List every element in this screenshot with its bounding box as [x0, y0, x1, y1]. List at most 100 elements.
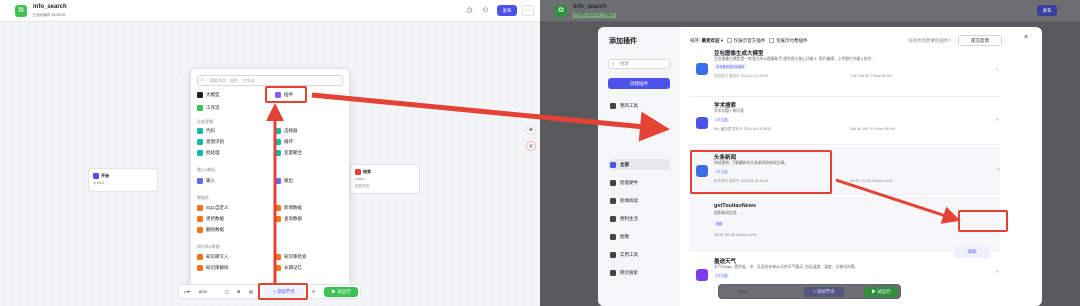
app-icon-dim: ⧉ [555, 5, 567, 17]
category-my-tools[interactable]: 我的工具 [608, 100, 670, 111]
tool-desc: 搜索新闻信息 [714, 211, 737, 215]
section-business-logic: 业务逻辑 [197, 119, 213, 124]
plugin-card-doubao[interactable]: 豆包图像生成大模型 豆包图像大模型是一款强大的AI图像助手,提供两大核心功能:1… [690, 49, 1000, 97]
plugin-stats: 268.4K 160.7K 3.9ms 96.9% [850, 127, 895, 131]
zoom-level[interactable]: 82% [199, 288, 207, 296]
category-web-search[interactable]: 网页搜索 [608, 267, 670, 278]
loop-icon [275, 138, 281, 145]
tool-row-gettoutiaonews[interactable]: getToutiaoNews 搜索新闻信息 参数 58.9K 150.9K 30… [690, 197, 1000, 251]
assistant-icon[interactable]: ◎ [526, 141, 536, 151]
node-item-memory[interactable]: 长期记忆 [275, 264, 302, 272]
comment-icon[interactable]: ▢ [225, 288, 229, 296]
node-item-update[interactable]: 更新数据 [197, 215, 224, 223]
node-item-code[interactable]: 代码 [197, 127, 215, 135]
category-news[interactable]: 新闻阅读 [608, 195, 670, 206]
plugin-highlight [265, 86, 307, 103]
trial-run-button[interactable]: ▶ 试运行 [324, 287, 358, 297]
plugin-meta: Ms.·藏羽君 发布于 2024-09-18 08:52 [714, 127, 772, 131]
plugin-desc: 学术问题? 来问我 [714, 109, 744, 113]
paid-checkbox[interactable] [769, 38, 775, 44]
node-item-sql[interactable]: SQL自定义 [197, 204, 229, 212]
plugin-name: 豆包图像生成大模型 [714, 51, 764, 57]
more-button[interactable]: ··· [522, 5, 534, 16]
category-image[interactable]: 图像 [608, 231, 670, 242]
node-item-input[interactable]: 输入 [197, 177, 215, 185]
publish-status: 已发布 15:34:02 · 已保存 [573, 13, 616, 18]
modal-title: 添加插件 [609, 38, 637, 45]
chevron-right-icon[interactable]: › [996, 117, 998, 123]
category-hardware[interactable]: 智能硬件 [608, 177, 670, 188]
tool-param-tag: 参数 [714, 221, 725, 226]
category-life[interactable]: 便利生活 [608, 213, 670, 224]
history-icon[interactable]: ◷ [465, 6, 474, 15]
query-icon [275, 215, 281, 222]
web-search-icon [610, 269, 616, 276]
app-icon: ⧉ [15, 5, 27, 17]
debug-icon[interactable]: ⚲ [312, 288, 315, 296]
start-node[interactable]: 开始 in input [88, 168, 158, 192]
feedback-button[interactable]: 提交反馈 [958, 35, 1002, 46]
sort-dropdown[interactable]: 最受欢迎 [702, 38, 720, 43]
memory-icon [275, 264, 281, 271]
side-tool-icon[interactable]: ⊕ [526, 125, 536, 135]
selector-icon [275, 127, 281, 134]
node-item-selector[interactable]: 选择器 [275, 127, 298, 135]
node-item-delete[interactable]: 删除数据 [197, 226, 224, 234]
plugin-search-input[interactable]: ⌕ 搜索 [608, 59, 670, 69]
close-icon[interactable]: × [1024, 34, 1028, 41]
end-icon [355, 169, 361, 175]
category-utility[interactable]: 实用工具 [608, 249, 670, 260]
app-title-dim: info_search [573, 4, 607, 10]
node-item-insert[interactable]: 新增数据 [275, 204, 302, 212]
chevron-right-icon[interactable]: › [996, 67, 998, 73]
publish-button-dim[interactable]: 发布 [1037, 5, 1057, 16]
category-all[interactable]: 全部 [608, 159, 670, 170]
node-item-workflow[interactable]: 工作流 [197, 104, 220, 112]
chevron-down-icon[interactable]: ⌄ [996, 165, 1001, 172]
not-found-link[interactable]: 没有找到想要的插件? [908, 38, 951, 44]
node-item-kb-write[interactable]: 知识库写入 [197, 253, 229, 261]
start-node-body: in input [93, 181, 105, 185]
chevron-right-icon[interactable]: › [996, 269, 998, 275]
add-node-button-dim[interactable]: + 添加节点 [804, 287, 844, 297]
minimap-icon[interactable]: ▭▾ [184, 288, 190, 296]
trial-run-button-dim[interactable]: ▶ 试运行 [864, 287, 898, 297]
pointer-icon[interactable]: ▤ [249, 288, 253, 296]
node-item-loop[interactable]: 循环 [275, 138, 293, 146]
create-plugin-button[interactable]: 创建插件 [608, 78, 670, 89]
start-node-title: 开始 [101, 173, 109, 179]
add-node-highlight [258, 283, 308, 300]
save-status: 已自动保存 15:45:00 [33, 13, 66, 17]
kb-delete-icon [197, 264, 203, 271]
section-database: 数据库 [197, 195, 209, 200]
node-item-output[interactable]: 输出 [275, 177, 293, 185]
publish-button[interactable]: 发布 [497, 5, 517, 16]
plugin-card-academic[interactable]: 学术搜索 学术问题? 来问我 1个工具 Ms.·藏羽君 发布于 2024-09-… [690, 99, 1000, 145]
clock-icon[interactable]: ⊙ [481, 6, 490, 15]
plugin-tag: 1个工具 [714, 117, 730, 122]
modal-sidebar: 添加插件 ⌕ 搜索 创建插件 我的工具 全部 智能硬件 新闻阅读 便利生活 图像 … [598, 27, 680, 306]
output-icon [275, 177, 281, 184]
search-icon: ⌕ [201, 77, 204, 83]
node-item-batch[interactable]: 批处理 [197, 149, 220, 157]
toutiao-highlight [690, 150, 832, 194]
node-item-query[interactable]: 查询数据 [275, 215, 302, 223]
paid-filter-label: 仅展示付费插件 [776, 38, 808, 43]
node-item-aggregate[interactable]: 变量聚合 [275, 149, 302, 157]
node-item-llm[interactable]: 大模型 [197, 91, 220, 99]
aggregate-icon [275, 149, 281, 156]
layout-icon[interactable]: ⊞ [237, 288, 240, 296]
official-checkbox[interactable] [726, 38, 732, 44]
node-item-kb-retrieve[interactable]: 知识库检索 [275, 253, 307, 261]
sql-icon [197, 204, 203, 211]
end-node[interactable]: 结束 output 回答内容 [350, 164, 420, 194]
node-item-kb-delete[interactable]: 知识库删除 [197, 264, 229, 272]
tool-stats: 58.9K 150.9K 300ms 100% [714, 233, 757, 237]
filter-bar: 排序: 最受欢迎 ▾ 仅展示官方插件 仅展示付费插件 [690, 38, 808, 44]
node-search-input[interactable]: ⌕ 搜索节点、插件、工作流 [197, 75, 343, 86]
official-filter-label: 仅展示官方插件 [733, 38, 766, 43]
add-plugin-button[interactable]: 添加 [954, 246, 990, 258]
grid-icon [610, 161, 616, 168]
node-item-intent[interactable]: 意图识别 [197, 138, 224, 146]
zoom-level-dim[interactable]: 82% [739, 288, 747, 296]
